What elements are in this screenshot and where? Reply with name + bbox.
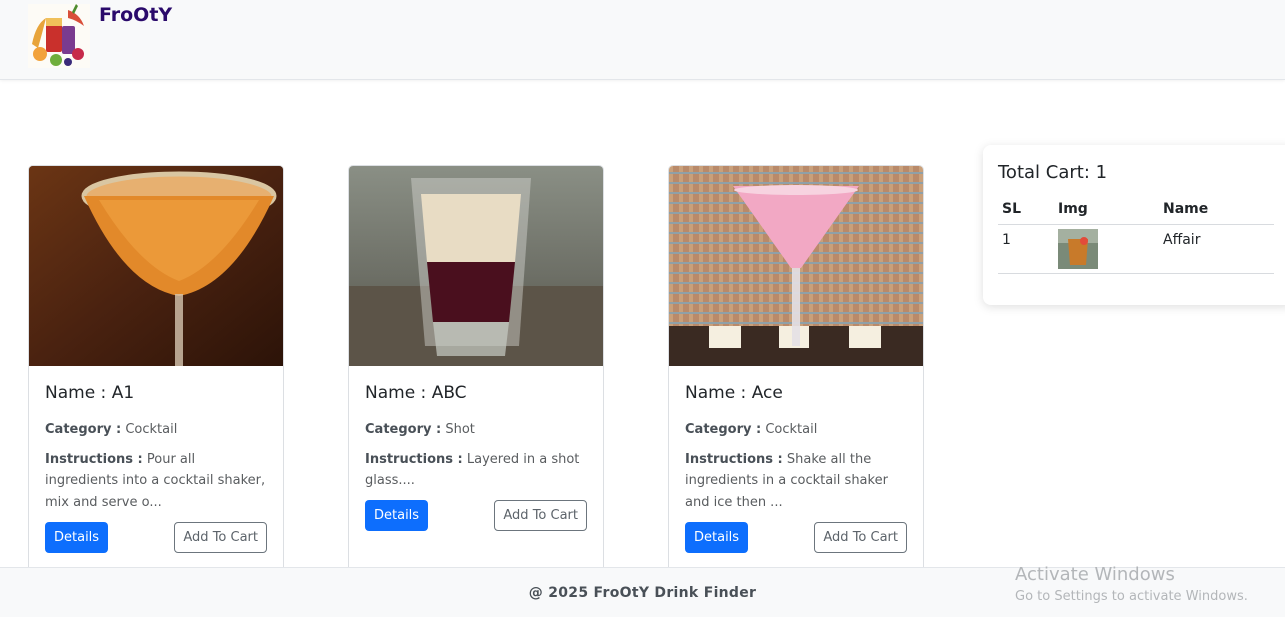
drink-instructions: Instructions : Layered in a shot glass..… [365,449,587,492]
drink-thumbnail [1058,228,1098,269]
instructions-key: Instructions : [45,451,143,467]
category-key: Category : [45,422,122,437]
drink-instructions: Instructions : Pour all ingredients into… [45,449,267,514]
instructions-key: Instructions : [685,451,783,467]
drink-category: Category : Cocktail [45,419,267,441]
drink-category: Category : Cocktail [685,419,907,441]
drink-card: Name : Ace Category : Cocktail Instructi… [668,165,924,585]
details-button[interactable]: Details [365,500,429,531]
add-to-cart-button[interactable]: Add To Cart [494,500,587,531]
drink-name: Name : A1 [45,383,135,403]
drink-card: Name : ABC Category : Shot Instructions … [348,165,604,585]
activate-windows-title: Activate Windows [1015,564,1175,585]
brand-title[interactable]: FroOtY [99,4,172,26]
cart-sl: 1 [998,224,1054,274]
instructions-key: Instructions : [365,451,463,467]
category-key: Category : [685,422,762,437]
orange-martini-photo [29,166,283,366]
cart-img-cell [1054,224,1159,274]
activate-windows-subtitle: Go to Settings to activate Windows. [1015,589,1248,604]
details-button[interactable]: Details [45,522,109,553]
add-to-cart-button[interactable]: Add To Cart [174,522,267,553]
card-actions: Details Add To Cart [45,522,267,553]
drink-category: Category : Shot [365,419,587,441]
card-actions: Details Add To Cart [365,500,587,531]
details-button[interactable]: Details [685,522,749,553]
drink-name: Name : ABC [365,383,467,403]
table-row: 1 Affair [998,224,1274,274]
add-to-cart-button[interactable]: Add To Cart [814,522,907,553]
col-name: Name [1159,195,1274,225]
cart-panel: Total Cart: 1 SL Img Name 1 Affair [983,145,1285,305]
category-key: Category : [365,422,442,437]
category-value: Cocktail [125,422,178,437]
cart-table: SL Img Name 1 Affair [998,195,1274,274]
category-value: Cocktail [765,422,818,437]
drink-instructions: Instructions : Shake all the ingredients… [685,449,907,514]
card-actions: Details Add To Cart [685,522,907,553]
layered-shot-photo [349,166,603,366]
cart-name: Affair [1159,224,1274,274]
navbar: FroOtY [0,0,1285,80]
drink-name: Name : Ace [685,383,783,403]
cart-title: Total Cart: 1 [998,162,1108,183]
col-sl: SL [998,195,1054,225]
juice-splash-logo-icon[interactable] [28,4,90,68]
col-img: Img [1054,195,1159,225]
drink-card: Name : A1 Category : Cocktail Instructio… [28,165,284,585]
category-value: Shot [445,422,475,437]
cart-header-row: SL Img Name [998,195,1274,225]
pink-martini-photo [669,166,923,366]
